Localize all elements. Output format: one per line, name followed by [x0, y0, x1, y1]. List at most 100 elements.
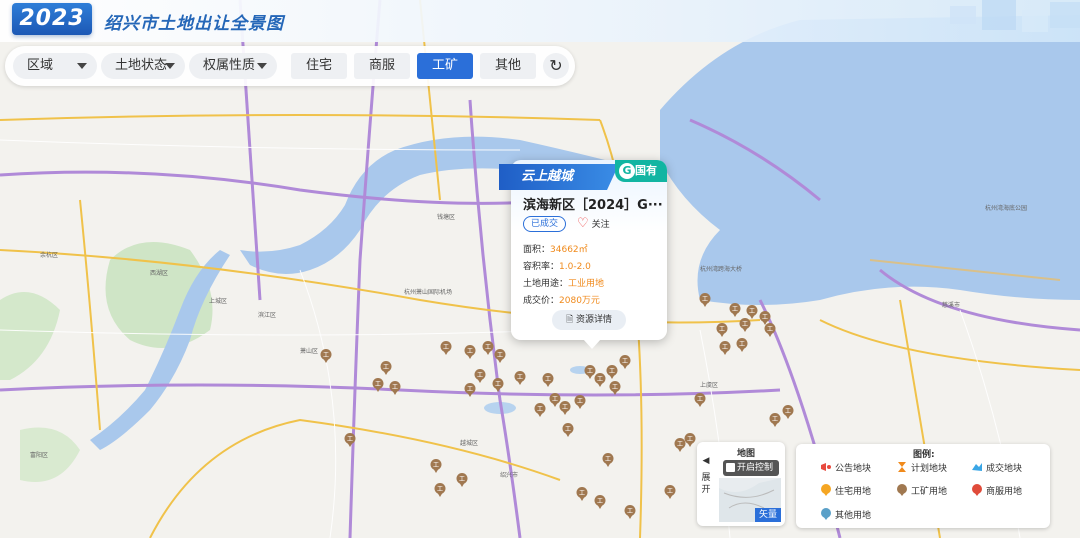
svg-text:工: 工 [545, 376, 551, 383]
industrial-land-marker[interactable]: 工 [699, 293, 711, 307]
industrial-land-marker[interactable]: 工 [534, 403, 546, 417]
industrial-land-marker[interactable]: 工 [344, 433, 356, 447]
industrial-land-marker[interactable]: 工 [594, 373, 606, 387]
industrial-land-marker[interactable]: 工 [624, 505, 636, 519]
industrial-land-marker[interactable]: 工 [684, 433, 696, 447]
industrial-land-marker[interactable]: 工 [769, 413, 781, 427]
follow-label: 关注 [591, 220, 610, 230]
industrial-land-marker[interactable]: 工 [576, 487, 588, 501]
category-commercial-button[interactable]: 商服 [354, 53, 410, 79]
legend-panel: 图例: 公告地块 计划地块 成交地块 住宅用地 工矿用地 商服用地 其他用地 [796, 444, 1050, 528]
legend-item: 成交地块 [971, 461, 1022, 476]
svg-text:工: 工 [433, 462, 439, 469]
industrial-land-marker[interactable]: 工 [594, 495, 606, 509]
svg-text:工: 工 [702, 296, 708, 303]
svg-text:工: 工 [587, 368, 593, 375]
industrial-land-marker[interactable]: 工 [474, 369, 486, 383]
chevron-down-icon [77, 63, 87, 69]
industrial-land-marker[interactable]: 工 [602, 453, 614, 467]
industrial-land-marker[interactable]: 工 [746, 305, 758, 319]
map-label: 上虞区 [700, 382, 719, 389]
industrial-land-marker[interactable]: 工 [736, 338, 748, 352]
industrial-land-marker[interactable]: 工 [729, 303, 741, 317]
land-status-dropdown[interactable]: 土地状态 [101, 53, 185, 79]
category-industrial-button[interactable]: 工矿 [417, 53, 473, 79]
ownership-badge: G 国有 [615, 160, 667, 182]
industrial-land-marker[interactable]: 工 [320, 349, 332, 363]
industrial-land-marker[interactable]: 工 [574, 395, 586, 409]
ownership-dropdown-label: 权属性质 [203, 58, 256, 73]
industrial-land-marker[interactable]: 工 [609, 381, 621, 395]
industrial-land-marker[interactable]: 工 [380, 361, 392, 375]
industrial-land-marker[interactable]: 工 [739, 318, 751, 332]
industrial-land-marker[interactable]: 工 [559, 401, 571, 415]
svg-text:工: 工 [537, 406, 543, 413]
svg-text:工: 工 [565, 426, 571, 433]
svg-text:工: 工 [609, 368, 615, 375]
svg-text:工: 工 [722, 344, 728, 351]
industrial-land-marker[interactable]: 工 [494, 349, 506, 363]
resource-details-button[interactable]: 🗎 资源详情 [552, 310, 626, 330]
map-label: 杭州湾海底公园 [985, 205, 1028, 212]
legend-item: 公告地块 [820, 461, 871, 476]
expand-button[interactable]: ◀ 展开 [697, 442, 715, 526]
legend-title: 图例: [913, 450, 935, 460]
industrial-land-marker[interactable]: 工 [606, 365, 618, 379]
industrial-land-marker[interactable]: 工 [492, 378, 504, 392]
svg-text:工: 工 [667, 488, 673, 495]
price-value: 2080万元 [559, 296, 600, 306]
refresh-icon[interactable]: ↻ [543, 53, 569, 79]
brand-banner: 云上越城 [499, 164, 619, 190]
info-row-use: 土地用途：工业用地 [523, 276, 604, 289]
info-row-far: 容积率：1.0-2.0 [523, 259, 591, 272]
svg-text:工: 工 [392, 384, 398, 391]
price-label: 成交价： [523, 296, 560, 306]
industrial-land-marker[interactable]: 工 [434, 483, 446, 497]
industrial-land-marker[interactable]: 工 [694, 393, 706, 407]
map-label: 钱塘区 [437, 214, 456, 221]
other-pin-icon [821, 508, 831, 520]
svg-text:工: 工 [517, 374, 523, 381]
minimap-view[interactable]: 矢量 [719, 478, 781, 522]
follow-button[interactable]: ♡ 关注 [577, 216, 610, 233]
industrial-land-marker[interactable]: 工 [664, 485, 676, 499]
vector-layer-button[interactable]: 矢量 [754, 508, 781, 522]
industrial-land-marker[interactable]: 工 [719, 341, 731, 355]
svg-text:工: 工 [443, 344, 449, 351]
minimap-title: 地图 [737, 449, 756, 459]
industrial-land-marker[interactable]: 工 [464, 383, 476, 397]
map-label: 绍兴市 [500, 472, 519, 479]
svg-text:工: 工 [687, 436, 693, 443]
svg-text:工: 工 [437, 486, 443, 493]
industrial-land-marker[interactable]: 工 [440, 341, 452, 355]
ownership-dropdown[interactable]: 权属性质 [189, 53, 277, 79]
industrial-land-marker[interactable]: 工 [430, 459, 442, 473]
chevron-down-icon [257, 63, 267, 69]
use-value: 工业用地 [568, 279, 605, 289]
industrial-land-marker[interactable]: 工 [716, 323, 728, 337]
svg-text:工: 工 [485, 344, 491, 351]
map-label: 余杭区 [40, 252, 59, 259]
region-dropdown[interactable]: 区域 [13, 53, 97, 79]
industrial-land-marker[interactable]: 工 [372, 378, 384, 392]
control-toggle[interactable]: 开启控制 [723, 460, 779, 476]
industrial-land-marker[interactable]: 工 [514, 371, 526, 385]
svg-text:工: 工 [467, 386, 473, 393]
industrial-land-marker[interactable]: 工 [542, 373, 554, 387]
category-other-button[interactable]: 其他 [480, 53, 536, 79]
industrial-land-marker[interactable]: 工 [619, 355, 631, 369]
industrial-land-marker[interactable]: 工 [764, 323, 776, 337]
industrial-land-marker[interactable]: 工 [456, 473, 468, 487]
far-label: 容积率： [523, 262, 560, 272]
industrial-land-marker[interactable]: 工 [389, 381, 401, 395]
parcel-popup: 云上越城 G 国有 滨海新区［2024］G··· 已成交 ♡ 关注 面积：3466… [499, 160, 667, 349]
status-badge: 已成交 [523, 216, 567, 232]
industrial-land-marker[interactable]: 工 [562, 423, 574, 437]
industrial-land-marker[interactable]: 工 [782, 405, 794, 419]
announce-icon [821, 463, 831, 471]
svg-text:工: 工 [562, 404, 568, 411]
category-residential-button[interactable]: 住宅 [291, 53, 347, 79]
industrial-land-marker[interactable]: 工 [482, 341, 494, 355]
region-dropdown-label: 区域 [27, 58, 54, 73]
industrial-land-marker[interactable]: 工 [464, 345, 476, 359]
